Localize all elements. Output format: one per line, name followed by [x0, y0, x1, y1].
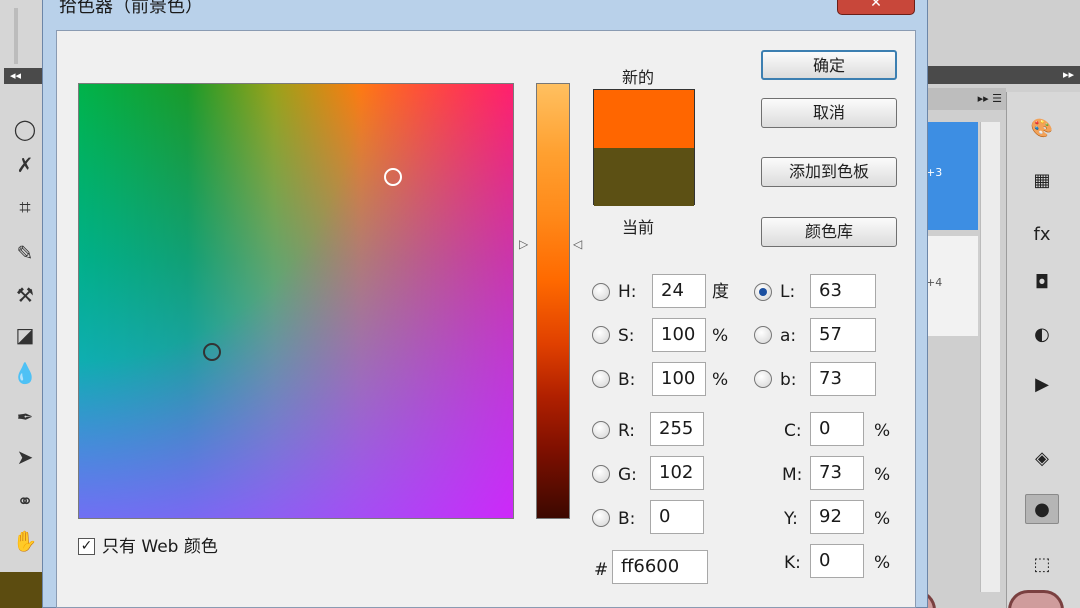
k-label: K:: [784, 553, 801, 573]
y-label: Y:: [784, 509, 798, 529]
m-label: M:: [782, 465, 803, 485]
l-field[interactable]: 63: [810, 274, 876, 308]
foreground-swatch[interactable]: [0, 572, 42, 608]
s-radio[interactable]: [592, 326, 610, 344]
new-color-label: 新的: [622, 68, 655, 87]
eraser-icon[interactable]: ◪: [12, 322, 38, 348]
s-unit: %: [712, 326, 729, 346]
s-label: S:: [618, 326, 635, 346]
selection-arrow-icon[interactable]: ➤: [12, 444, 38, 470]
lasso-icon[interactable]: ✗: [12, 152, 38, 178]
panel-menu-button[interactable]: ▸▸ ☰: [926, 88, 1006, 110]
previous-color-marker: [203, 343, 221, 361]
close-button[interactable]: ✕: [837, 0, 915, 15]
brightness-field[interactable]: 100: [652, 362, 706, 396]
s-field[interactable]: 100: [652, 318, 706, 352]
h-radio[interactable]: [592, 283, 610, 301]
m-field[interactable]: 73: [810, 456, 864, 490]
g-field[interactable]: 102: [650, 456, 704, 490]
pen-icon[interactable]: ✒: [12, 404, 38, 430]
c-field[interactable]: 0: [810, 412, 864, 446]
color-field[interactable]: [78, 83, 514, 519]
slider-right-arrow-icon[interactable]: ◁: [573, 237, 585, 251]
swatches-grid-icon[interactable]: ▦: [1025, 166, 1059, 196]
new-color-swatch: [594, 90, 694, 148]
k-field[interactable]: 0: [810, 544, 864, 578]
layer-shortcut-label: +3: [926, 166, 943, 179]
c-unit: %: [874, 421, 891, 441]
dialog-title: 拾色器（前景色）: [59, 0, 203, 17]
k-unit: %: [874, 553, 891, 573]
a-field[interactable]: 57: [810, 318, 876, 352]
right-panels: ▸▸ ▸▸ ☰ +3 +4 🎨 ▦ fx ◘ ◐ ▶ ◈ ● ⬚: [926, 0, 1080, 608]
brightness-radio[interactable]: [592, 370, 610, 388]
m-unit: %: [874, 465, 891, 485]
g-label: G:: [618, 465, 637, 485]
hue-slider[interactable]: [536, 83, 570, 519]
h-field[interactable]: 24: [652, 274, 706, 308]
r-label: R:: [618, 421, 636, 441]
paths-icon[interactable]: ⬚: [1025, 550, 1059, 580]
add-to-swatches-button[interactable]: 添加到色板: [761, 157, 897, 187]
hex-label: #: [594, 560, 609, 580]
palette-icon[interactable]: 🎨: [1025, 114, 1059, 144]
color-selection-marker[interactable]: [384, 168, 402, 186]
brush-icon[interactable]: ✎: [12, 240, 38, 266]
layer-row[interactable]: +4: [926, 236, 978, 336]
brightness-label: B:: [618, 370, 636, 390]
a-label: a:: [780, 326, 797, 346]
lab-b-field[interactable]: 73: [810, 362, 876, 396]
ellipse-marquee-icon[interactable]: ◯: [12, 116, 38, 142]
r-field[interactable]: 255: [650, 412, 704, 446]
hex-field[interactable]: ff6600: [612, 550, 708, 584]
r-radio[interactable]: [592, 421, 610, 439]
layer-shortcut-label: +4: [926, 276, 943, 289]
layers-scrollbar[interactable]: [980, 122, 1000, 592]
h-unit: 度: [712, 282, 729, 302]
blur-icon[interactable]: 💧: [12, 360, 38, 386]
web-colors-checkbox[interactable]: ✓: [78, 538, 95, 555]
blue-field[interactable]: 0: [650, 500, 704, 534]
lab-b-label: b:: [780, 370, 797, 390]
panels-collapse-bar[interactable]: ▸▸: [926, 66, 1080, 84]
current-color-swatch[interactable]: [594, 148, 694, 206]
a-radio[interactable]: [754, 326, 772, 344]
blue-label: B:: [618, 509, 636, 529]
layer-row-selected[interactable]: +3: [926, 122, 978, 230]
hand-icon[interactable]: ✋: [12, 528, 38, 554]
slider-left-arrow-icon[interactable]: ▷: [519, 237, 531, 251]
ok-button[interactable]: 确定: [761, 50, 897, 80]
l-radio[interactable]: [754, 283, 772, 301]
adjustment-icon[interactable]: ◐: [1025, 320, 1059, 350]
y-field[interactable]: 92: [810, 500, 864, 534]
3d-rotate-icon[interactable]: ⚭: [12, 488, 38, 514]
cancel-button[interactable]: 取消: [761, 98, 897, 128]
panel-grip[interactable]: [14, 8, 18, 64]
color-libraries-button[interactable]: 颜色库: [761, 217, 897, 247]
web-colors-label: 只有 Web 颜色: [102, 537, 218, 557]
channels-icon[interactable]: ●: [1025, 494, 1059, 524]
crop-icon[interactable]: ⌗: [12, 194, 38, 220]
h-label: H:: [618, 282, 637, 302]
current-color-label: 当前: [622, 218, 655, 237]
stamp-icon[interactable]: ⚒: [12, 282, 38, 308]
play-action-icon[interactable]: ▶: [1025, 370, 1059, 400]
mask-icon[interactable]: ◘: [1025, 268, 1059, 298]
l-label: L:: [780, 282, 796, 302]
y-unit: %: [874, 509, 891, 529]
lab-b-radio[interactable]: [754, 370, 772, 388]
g-radio[interactable]: [592, 465, 610, 483]
brightness-unit: %: [712, 370, 729, 390]
fx-styles-icon[interactable]: fx: [1025, 220, 1059, 250]
layers-stack-icon[interactable]: ◈: [1025, 444, 1059, 474]
c-label: C:: [784, 421, 802, 441]
panel-icon-column: 🎨 ▦ fx ◘ ◐ ▶ ◈ ● ⬚: [1006, 92, 1080, 608]
color-preview: [593, 89, 695, 206]
blue-radio[interactable]: [592, 509, 610, 527]
